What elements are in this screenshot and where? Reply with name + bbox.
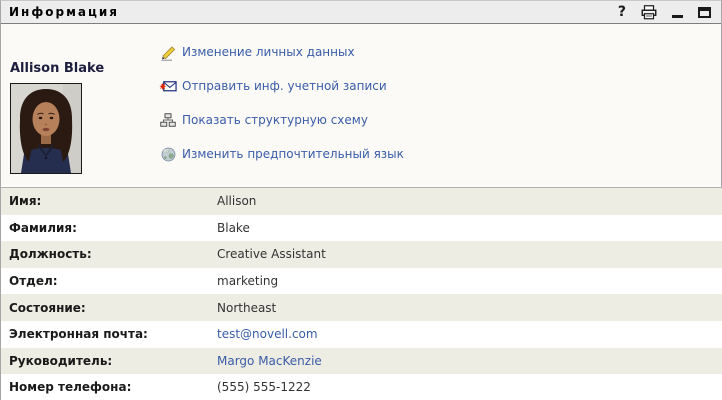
action-change-language[interactable]: Изменить предпочтительный язык xyxy=(159,142,404,166)
field-value: Blake xyxy=(217,220,250,235)
titlebar-icons: ? xyxy=(618,4,711,20)
profile-display-name: Allison Blake xyxy=(10,61,105,76)
maximize-icon[interactable] xyxy=(698,6,711,18)
field-label: Отдел: xyxy=(9,274,58,289)
field-label: Электронная почта: xyxy=(9,327,148,342)
table-row-title: Должность: Creative Assistant xyxy=(1,241,722,268)
quick-actions: Изменение личных данных Отправить инф. у… xyxy=(159,40,404,176)
table-row-email: Электронная почта: test@novell.com xyxy=(1,320,722,348)
info-panel: Информация ? Allison Blake Изменение лич… xyxy=(0,0,722,400)
field-value: marketing xyxy=(217,274,279,289)
org-chart-icon xyxy=(159,113,177,127)
table-row-manager: Руководитель: Margo MacKenzie xyxy=(1,347,722,375)
field-label: Руководитель: xyxy=(9,353,113,368)
profile-header: Allison Blake Изменение личных данных От… xyxy=(1,24,721,186)
action-label: Изменить предпочтительный язык xyxy=(182,147,404,161)
field-value: Allison xyxy=(217,194,257,209)
profile-photo xyxy=(10,83,82,174)
field-value: (555) 555-1222 xyxy=(217,380,311,395)
edit-pencil-icon xyxy=(159,44,177,61)
table-row-department: Отдел: marketing xyxy=(1,267,722,295)
field-label: Состояние: xyxy=(9,300,86,315)
help-icon[interactable]: ? xyxy=(618,5,626,19)
globe-icon xyxy=(159,147,177,162)
portrait-image xyxy=(11,84,81,173)
field-label: Имя: xyxy=(9,194,42,209)
action-label: Отправить инф. учетной записи xyxy=(182,79,387,93)
table-row-region: Состояние: Northeast xyxy=(1,294,722,321)
minimize-icon[interactable] xyxy=(672,7,683,18)
titlebar: Информация ? xyxy=(1,1,721,24)
send-mail-icon xyxy=(159,79,177,94)
table-row-phone: Номер телефона: (555) 555-1222 xyxy=(1,374,722,400)
action-show-org-chart[interactable]: Показать структурную схему xyxy=(159,108,404,132)
profile-details-table: Имя: Allison Фамилия: Blake Должность: C… xyxy=(1,187,722,400)
action-edit-personal-data[interactable]: Изменение личных данных xyxy=(159,40,404,64)
action-send-account-info[interactable]: Отправить инф. учетной записи xyxy=(159,74,404,98)
field-value: Creative Assistant xyxy=(217,247,326,262)
action-label: Показать структурную схему xyxy=(182,113,368,127)
table-row-last-name: Фамилия: Blake xyxy=(1,214,722,242)
field-label: Должность: xyxy=(9,247,92,262)
manager-link[interactable]: Margo MacKenzie xyxy=(217,354,322,368)
field-label: Фамилия: xyxy=(9,220,77,235)
print-icon[interactable] xyxy=(641,4,657,20)
field-value: Northeast xyxy=(217,300,277,315)
email-link[interactable]: test@novell.com xyxy=(217,327,318,341)
table-row-first-name: Имя: Allison xyxy=(1,188,722,215)
action-label: Изменение личных данных xyxy=(182,45,355,59)
field-label: Номер телефона: xyxy=(9,380,132,395)
page-title: Информация xyxy=(9,5,119,19)
